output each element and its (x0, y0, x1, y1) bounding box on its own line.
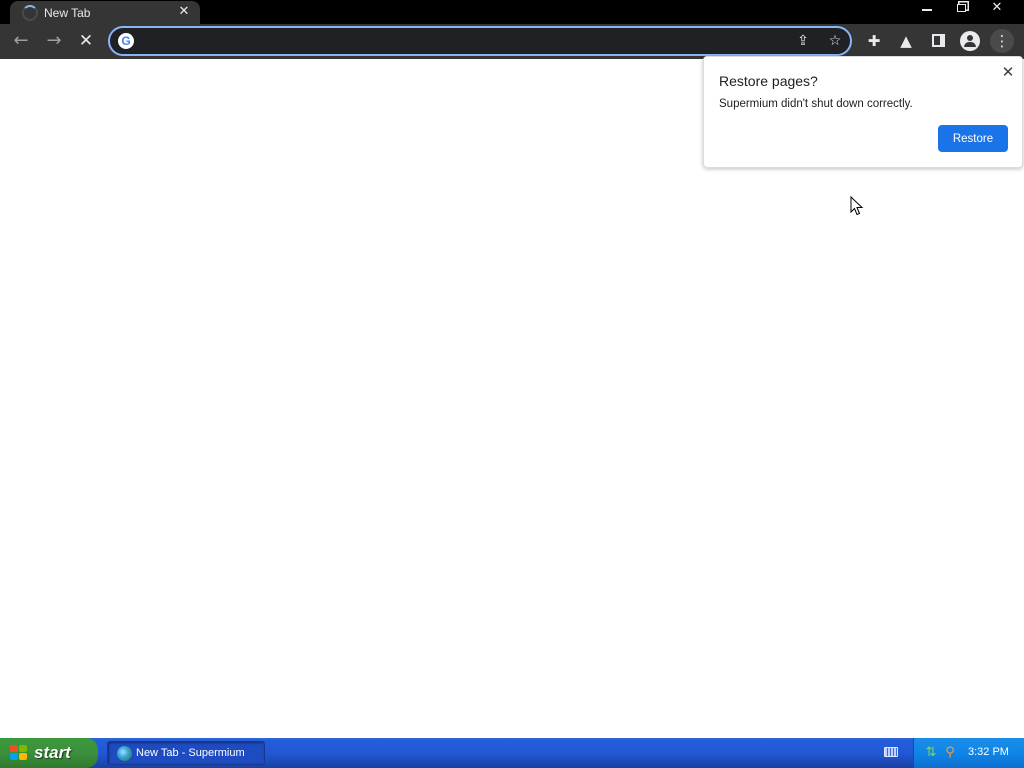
keyboard-language-icon[interactable] (884, 747, 898, 757)
dialog-close-icon[interactable]: ✕ (999, 63, 1017, 81)
tab-new-tab[interactable]: New Tab ✕ (10, 1, 200, 24)
side-panel-icon (931, 34, 945, 47)
windows-flag-icon (10, 745, 28, 761)
restore-window-button[interactable] (950, 0, 972, 16)
dialog-message: Supermium didn't shut down correctly. (719, 98, 913, 110)
close-window-button[interactable]: ✕ (984, 0, 1010, 16)
taskbar-item-label: New Tab - Supermium (136, 747, 245, 759)
profile-button[interactable] (958, 29, 982, 53)
restore-pages-dialog: Restore pages? Supermium didn't shut dow… (703, 56, 1023, 168)
start-label: start (34, 743, 71, 762)
window-controls: ✕ (916, 0, 1024, 18)
forward-button[interactable]: → (42, 29, 66, 53)
system-tray: ⇅ ⚲ 3:32 PM (913, 738, 1024, 768)
stop-loading-button[interactable]: ✕ (74, 29, 98, 53)
menu-kebab-icon[interactable]: ⋮ (990, 29, 1014, 53)
taskbar: start New Tab - Supermium ⇅ ⚲ 3:32 PM (0, 738, 1024, 768)
taskbar-item-supermium[interactable]: New Tab - Supermium (107, 741, 265, 765)
clock: 3:32 PM (968, 746, 1009, 758)
address-bar[interactable]: G ⇪ ☆ (108, 26, 852, 56)
share-icon[interactable]: ⇪ (793, 31, 813, 51)
tab-title: New Tab (44, 6, 91, 20)
google-g-icon: G (118, 33, 134, 49)
restore-window-icon (956, 4, 966, 12)
network-icon[interactable]: ⇅ (923, 745, 939, 761)
back-button[interactable]: ← (9, 29, 33, 53)
loading-spinner-icon (22, 5, 38, 21)
labs-flask-icon[interactable]: ▲ (894, 29, 918, 53)
side-panel-button[interactable] (926, 29, 950, 53)
address-input[interactable] (142, 31, 782, 51)
start-button[interactable]: start (0, 738, 98, 768)
profile-avatar-icon (960, 31, 980, 51)
minimize-icon (922, 9, 932, 11)
dialog-title: Restore pages? (719, 73, 818, 89)
mouse-cursor-icon (850, 196, 864, 216)
browser-titlebar: New Tab ✕ ✕ (0, 0, 1024, 24)
extensions-puzzle-icon[interactable]: ✚ (862, 29, 886, 53)
supermium-app-icon (117, 746, 132, 761)
restore-button[interactable]: Restore (938, 125, 1008, 152)
minimize-button[interactable] (916, 0, 938, 16)
search-magnifier-icon[interactable]: ⚲ (942, 745, 958, 761)
bookmark-star-icon[interactable]: ☆ (825, 31, 845, 51)
tab-close-icon[interactable]: ✕ (176, 4, 192, 20)
browser-toolbar: ← → ✕ G ⇪ ☆ ✚ ▲ ⋮ (0, 24, 1024, 59)
